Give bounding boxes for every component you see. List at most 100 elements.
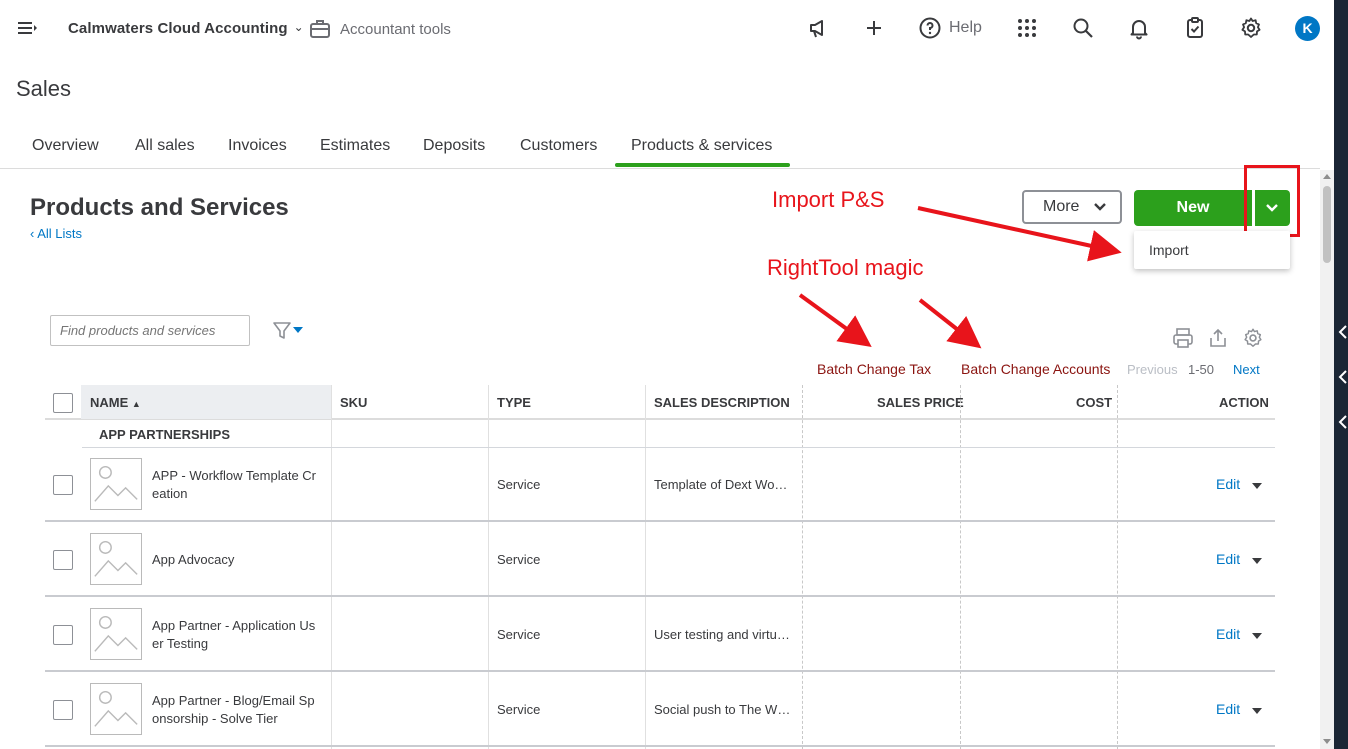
product-name[interactable]: App Partner - Application Us er Testing [152, 617, 327, 653]
header-sales-price[interactable]: SALES PRICE [877, 395, 964, 410]
tab-estimates[interactable]: Estimates [320, 137, 390, 155]
header-action: ACTION [1219, 395, 1269, 410]
annotation-import: Import P&S [772, 187, 885, 212]
header-sku[interactable]: SKU [340, 395, 367, 410]
new-button[interactable]: New [1134, 190, 1252, 226]
scrollbar-thumb[interactable] [1323, 186, 1331, 263]
gear-icon[interactable] [1239, 16, 1263, 40]
row-checkbox[interactable] [53, 475, 73, 495]
header-cost[interactable]: COST [1076, 395, 1112, 410]
chevron-down-icon [1094, 203, 1106, 211]
more-label: More [1043, 198, 1080, 215]
chevron-down-icon: ⌄ [293, 20, 304, 34]
product-name[interactable]: APP - Workflow Template Cr eation [152, 467, 322, 503]
export-icon[interactable] [1207, 327, 1229, 349]
select-all-checkbox[interactable] [53, 393, 73, 413]
tab-deposits[interactable]: Deposits [423, 137, 485, 155]
batch-change-accounts-link[interactable]: Batch Change Accounts [961, 361, 1110, 377]
scroll-up-arrow-icon[interactable] [1322, 172, 1332, 180]
product-type: Service [497, 477, 541, 492]
top-bar: Calmwaters Cloud Accounting ⌄ Accountant … [0, 0, 1334, 58]
chevron-left-icon: ‹ [30, 226, 35, 241]
clipboard-check-icon[interactable] [1183, 16, 1207, 40]
menu-item-import[interactable]: Import [1149, 242, 1189, 258]
column-divider [488, 385, 489, 749]
scroll-down-arrow-icon[interactable] [1322, 738, 1332, 746]
row-divider [45, 595, 1275, 597]
row-action-dropdown-icon[interactable] [1252, 708, 1262, 714]
row-divider [82, 447, 1275, 448]
avatar[interactable]: K [1295, 16, 1320, 41]
tab-customers[interactable]: Customers [520, 137, 597, 155]
column-divider [960, 385, 961, 749]
pager-range: 1-50 [1188, 362, 1215, 377]
edit-link[interactable]: Edit [1216, 701, 1240, 717]
tab-products-services[interactable]: Products & services [631, 137, 772, 155]
sort-ascending-icon: ▲ [131, 399, 141, 409]
pager-previous: Previous [1127, 362, 1178, 377]
accountant-tools-link[interactable]: Accountant tools [340, 21, 451, 38]
product-description: Social push to The W… [654, 702, 791, 717]
header-type[interactable]: TYPE [497, 395, 531, 410]
megaphone-icon[interactable] [806, 16, 830, 40]
row-checkbox[interactable] [53, 625, 73, 645]
active-tab-indicator [615, 163, 790, 167]
side-panel-chevron-icons[interactable] [1336, 320, 1348, 430]
image-placeholder-icon [90, 608, 142, 660]
product-name[interactable]: App Advocacy [152, 551, 322, 569]
company-name: Calmwaters Cloud Accounting [68, 20, 288, 37]
page-title: Sales [16, 76, 72, 101]
search-input[interactable] [50, 315, 250, 346]
column-divider [331, 385, 332, 749]
all-lists-link[interactable]: ‹ All Lists [30, 226, 82, 241]
row-action-dropdown-icon[interactable] [1252, 558, 1262, 564]
tabs-divider [0, 168, 1320, 169]
plus-icon[interactable] [862, 16, 886, 40]
table-settings-icon[interactable] [1242, 327, 1264, 349]
new-dropdown-menu: Import [1134, 231, 1290, 269]
row-divider [45, 520, 1275, 522]
image-placeholder-icon [90, 683, 142, 735]
bell-icon[interactable] [1127, 16, 1151, 40]
annotation-righttool: RightTool magic [767, 255, 924, 280]
column-divider [645, 385, 646, 749]
row-action-dropdown-icon[interactable] [1252, 483, 1262, 489]
highlight-box [1244, 165, 1300, 237]
tab-overview[interactable]: Overview [32, 137, 99, 155]
batch-change-tax-link[interactable]: Batch Change Tax [817, 361, 931, 377]
all-lists-label: All Lists [37, 226, 83, 241]
row-checkbox[interactable] [53, 550, 73, 570]
help-label[interactable]: Help [949, 19, 982, 37]
edit-link[interactable]: Edit [1216, 551, 1240, 567]
row-divider [45, 745, 1275, 747]
header-name-label: NAME [90, 395, 129, 410]
company-switcher[interactable]: Calmwaters Cloud Accounting ⌄ [68, 20, 304, 37]
pager-next[interactable]: Next [1233, 362, 1260, 377]
column-divider [1117, 385, 1118, 749]
image-placeholder-icon [90, 533, 142, 585]
product-type: Service [497, 552, 541, 567]
menu-icon[interactable] [17, 18, 39, 38]
tab-invoices[interactable]: Invoices [228, 137, 287, 155]
group-header: APP PARTNERSHIPS [99, 427, 230, 442]
row-action-dropdown-icon[interactable] [1252, 633, 1262, 639]
image-placeholder-icon [90, 458, 142, 510]
edit-link[interactable]: Edit [1216, 626, 1240, 642]
product-name[interactable]: App Partner - Blog/Email Sp onsorship - S… [152, 692, 327, 728]
product-description: Template of Dext Wo… [654, 477, 788, 492]
section-heading: Products and Services [30, 194, 289, 221]
help-icon[interactable] [918, 16, 942, 40]
more-button[interactable]: More [1022, 190, 1122, 224]
print-icon[interactable] [1172, 327, 1194, 349]
search-icon[interactable] [1071, 16, 1095, 40]
header-name[interactable]: NAME ▲ [90, 395, 141, 410]
apps-grid-icon[interactable] [1015, 16, 1039, 40]
row-checkbox[interactable] [53, 700, 73, 720]
product-type: Service [497, 627, 541, 642]
product-type: Service [497, 702, 541, 717]
filter-icon[interactable] [272, 321, 306, 341]
edit-link[interactable]: Edit [1216, 476, 1240, 492]
briefcase-icon[interactable] [309, 18, 331, 40]
tab-all-sales[interactable]: All sales [135, 137, 195, 155]
header-sales-description[interactable]: SALES DESCRIPTION [654, 395, 790, 410]
